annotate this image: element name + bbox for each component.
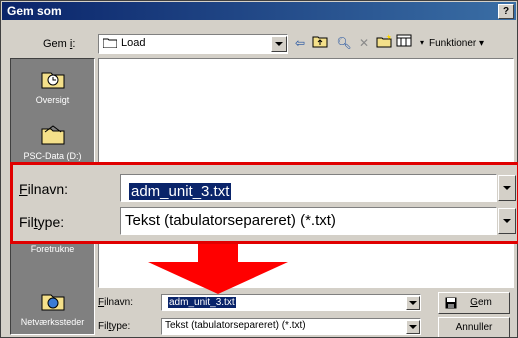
look-in-dropdown-button[interactable]	[271, 36, 287, 52]
filetype-value: Tekst (tabulatorsepareret) (*.txt)	[125, 212, 336, 229]
filename-value: adm_unit_3.txt	[129, 183, 232, 200]
tools-menu[interactable]: Funktioner ▾	[429, 38, 484, 49]
place-label: Foretrukne	[30, 244, 75, 254]
filetype-value-small: Tekst (tabulatorsepareret) (*.txt)	[165, 320, 306, 331]
window-title: Gem som	[7, 4, 62, 18]
filename-input-small[interactable]: adm_unit_3.txt	[161, 294, 421, 311]
cancel-button[interactable]: Annuller	[438, 317, 510, 337]
filetype-label-small: Filtype:	[98, 321, 131, 332]
new-folder-icon[interactable]	[375, 34, 393, 52]
history-icon	[41, 72, 64, 89]
look-in-dropdown[interactable]: Load	[98, 34, 288, 54]
filetype-select[interactable]: Tekst (tabulatorsepareret) (*.txt)	[120, 207, 497, 235]
network-folder-icon	[41, 294, 64, 311]
help-button[interactable]: ?	[498, 4, 514, 19]
place-psc-data[interactable]: PSC-Data (D:)	[11, 123, 94, 161]
search-web-icon[interactable]: 🔍︎	[335, 34, 353, 52]
look-in-value: Load	[121, 37, 146, 49]
place-foretrukne[interactable]: Foretrukne	[11, 244, 94, 254]
filename-value-small: adm_unit_3.txt	[168, 297, 236, 308]
views-icon[interactable]	[395, 34, 413, 52]
filename-label-small: Filnavn:	[98, 297, 134, 308]
up-folder-icon[interactable]	[311, 34, 329, 52]
filename-dropdown-button-small[interactable]	[406, 296, 420, 310]
drive-folder-icon	[41, 125, 64, 145]
folder-icon	[103, 38, 117, 48]
place-netvaerkssteder[interactable]: Netværkssteder	[11, 289, 94, 327]
back-icon[interactable]: ⇦	[291, 34, 309, 52]
down-arrow-icon	[148, 244, 288, 294]
delete-icon[interactable]: ✕	[355, 34, 373, 52]
filetype-dropdown-button[interactable]	[498, 208, 516, 234]
filename-label: Filnavn:	[19, 181, 69, 197]
filetype-label: Filtype:	[19, 214, 65, 230]
title-bar: Gem som ?	[2, 2, 516, 20]
filetype-select-small[interactable]: Tekst (tabulatorsepareret) (*.txt)	[161, 318, 421, 335]
look-in-label: Gem i:	[43, 38, 76, 50]
save-button[interactable]: Gem	[438, 292, 510, 314]
place-label: PSC-Data (D:)	[23, 151, 82, 161]
filename-dropdown-button[interactable]	[498, 175, 516, 201]
place-label: Oversigt	[35, 95, 70, 105]
filename-input[interactable]: adm_unit_3.txt	[120, 174, 497, 202]
place-oversigt[interactable]: Oversigt	[11, 67, 94, 105]
zoomed-callout: Filnavn: adm_unit_3.txt Filtype: Tekst (…	[10, 162, 518, 244]
place-label: Netværkssteder	[20, 317, 85, 327]
floppy-icon	[445, 297, 457, 309]
filetype-dropdown-button-small[interactable]	[406, 320, 420, 334]
